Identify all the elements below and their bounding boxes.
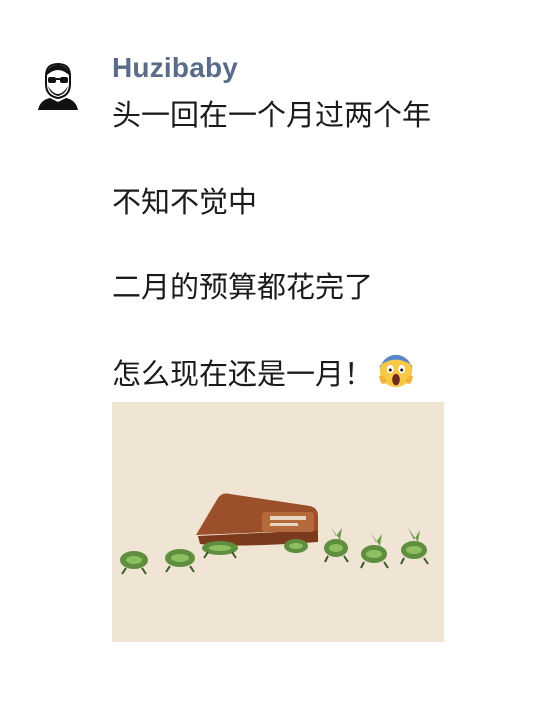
- user-avatar[interactable]: [32, 58, 84, 110]
- post-text-line-2: 不知不觉中: [112, 185, 258, 219]
- post-text-line-4-text: 怎么现在还是一月！: [112, 357, 374, 391]
- post-text-line-3: 二月的预算都花完了: [112, 270, 374, 304]
- post-image[interactable]: [112, 402, 444, 642]
- post-text-line-1: 头一回在一个月过两个年: [112, 98, 432, 132]
- post-author-name[interactable]: Huzibaby: [112, 50, 238, 86]
- post-text-line-4: 怎么现在还是一月！: [112, 352, 415, 393]
- screaming-face-icon: [378, 354, 414, 388]
